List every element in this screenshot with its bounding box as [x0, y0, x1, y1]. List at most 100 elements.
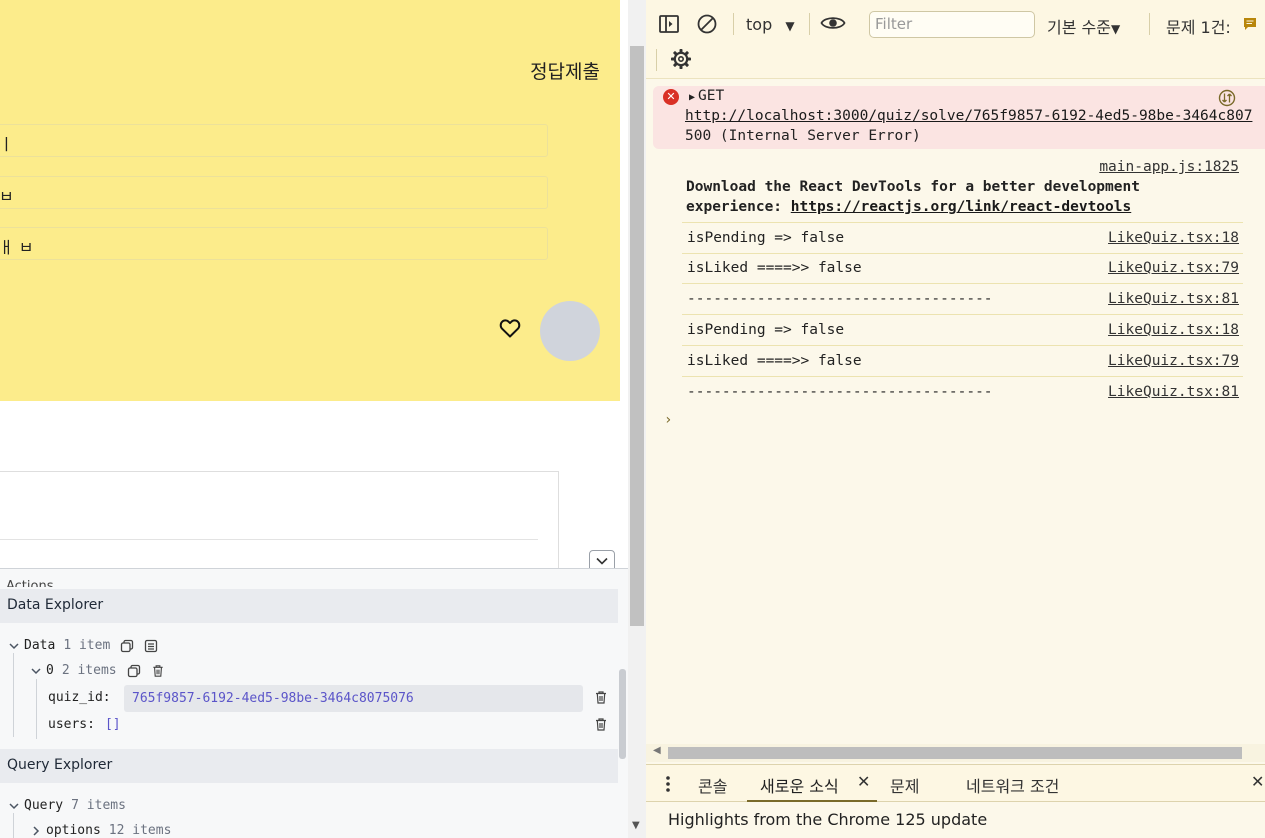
error-status: 500 (Internal Server Error) — [685, 128, 921, 144]
content-box — [0, 471, 559, 581]
trash-icon[interactable] — [594, 717, 608, 732]
log-source-link[interactable]: LikeQuiz.tsx:79 — [1108, 260, 1239, 276]
page-scrollbar[interactable]: ▼ — [628, 0, 646, 838]
query-tree-root[interactable]: Query 7 items — [8, 798, 126, 813]
scroll-down-arrow-icon[interactable]: ▼ — [632, 820, 640, 831]
quiz-option-1[interactable]: ㅣ — [0, 124, 548, 157]
data-count: 1 item — [63, 638, 111, 653]
item-index: 0 — [46, 663, 54, 678]
trash-icon[interactable] — [151, 664, 165, 678]
log-message: ----------------------------------- — [687, 384, 993, 400]
data-tree-root[interactable]: Data 1 item — [8, 638, 158, 653]
more-vertical-icon[interactable] — [665, 775, 671, 793]
trash-icon[interactable] — [594, 690, 608, 705]
react-devtools-link[interactable]: https://reactjs.org/link/react-devtools — [791, 199, 1131, 215]
error-request-toggle[interactable]: ▶ GET — [689, 88, 724, 104]
data-explorer-header[interactable]: Data Explorer — [0, 589, 618, 623]
divider — [0, 539, 538, 540]
list-icon[interactable] — [144, 639, 158, 653]
filter-input[interactable]: Filter — [869, 11, 1035, 38]
log-level-dropdown[interactable]: 기본 수준▼ — [1047, 14, 1120, 38]
chevron-down-icon — [9, 642, 19, 649]
query-count: 7 items — [71, 798, 126, 813]
web-page: 정답제출 ㅣ ㅂ ㅐ ㅂ Actions Data Explorer Data — [0, 0, 628, 838]
clear-console-icon[interactable] — [696, 13, 718, 35]
copy-icon[interactable] — [120, 639, 134, 653]
quiz-option-3[interactable]: ㅐ ㅂ — [0, 227, 548, 260]
users-key: users: — [48, 717, 95, 732]
close-tab-icon[interactable]: ✕ — [857, 772, 870, 791]
issues-button[interactable]: 문제 1건: — [1166, 14, 1231, 38]
eye-icon[interactable] — [820, 12, 846, 34]
gear-icon[interactable] — [670, 48, 692, 70]
log-message: isLiked ====>> false — [687, 353, 862, 369]
context-selector[interactable]: top ▼ — [746, 15, 795, 34]
log-separator — [682, 376, 1243, 377]
toolbar-separator — [1149, 13, 1150, 35]
log-source-link[interactable]: LikeQuiz.tsx:18 — [1108, 322, 1239, 338]
whats-new-message: Highlights from the Chrome 125 update — [646, 802, 1265, 838]
query-tree-options[interactable]: options 12 items — [30, 823, 171, 838]
tab-issues[interactable]: 문제 — [890, 773, 919, 797]
actions-header: Actions — [6, 579, 54, 587]
panel-scrollbar[interactable] — [619, 669, 626, 759]
network-request-icon[interactable] — [1218, 89, 1236, 107]
query-label: Query — [24, 798, 64, 813]
sidebar-toggle-icon[interactable] — [658, 13, 680, 35]
close-drawer-icon[interactable]: ✕ — [1251, 772, 1264, 791]
quiz-id-value-field[interactable]: 765f9857-6192-4ed5-98be-3464c8075076 — [124, 685, 583, 712]
scroll-left-arrow-icon[interactable]: ◀ — [653, 745, 661, 756]
copy-icon[interactable] — [127, 664, 141, 678]
toolbar-separator — [733, 13, 734, 35]
source-link[interactable]: main-app.js:1825 — [1099, 159, 1239, 175]
tab-whats-new[interactable]: 새로운 소식 — [760, 773, 839, 797]
page-scrollbar-thumb[interactable] — [630, 46, 644, 626]
options-count: 12 items — [108, 823, 172, 838]
error-url-link[interactable]: http://localhost:3000/quiz/solve/765f985… — [685, 108, 1252, 124]
log-source-link[interactable]: LikeQuiz.tsx:81 — [1108, 291, 1239, 307]
error-method: GET — [698, 88, 725, 104]
react-devtools-message-line2: experience: https://reactjs.org/link/rea… — [686, 199, 1131, 215]
chrome-devtools: top ▼ Filter 기본 수준▼ 문제 1건: ✕ ▶ GET http:… — [646, 0, 1265, 838]
data-tree-item-0[interactable]: 0 2 items — [30, 663, 165, 678]
error-message: ✕ ▶ GET http://localhost:3000/quiz/solve/… — [653, 86, 1265, 149]
log-separator — [682, 253, 1243, 254]
tree-guide — [13, 813, 14, 838]
heart-icon[interactable] — [498, 316, 522, 340]
query-devtools-panel: Actions Data Explorer Data 1 item 0 2 it… — [0, 568, 628, 838]
dropdown-arrow-icon: ▼ — [785, 19, 795, 33]
dropdown-arrow-icon: ▼ — [1110, 22, 1121, 36]
chevron-down-icon — [596, 557, 608, 565]
users-row: users: [] — [48, 717, 121, 732]
query-explorer-header[interactable]: Query Explorer — [0, 749, 618, 783]
quiz-card: 정답제출 ㅣ ㅂ ㅐ ㅂ — [0, 0, 620, 401]
avatar[interactable] — [540, 301, 600, 361]
users-value[interactable]: [] — [105, 717, 121, 732]
tab-network-conditions[interactable]: 네트워크 조건 — [966, 773, 1059, 797]
log-separator — [682, 345, 1243, 346]
log-separator — [682, 314, 1243, 315]
horizontal-scrollbar-thumb[interactable] — [668, 747, 1242, 759]
toolbar-separator — [656, 49, 657, 71]
log-message: isPending => false — [687, 230, 845, 246]
tree-guide — [13, 653, 14, 737]
log-message: isPending => false — [687, 322, 845, 338]
issues-label: 문제 1건: — [1166, 18, 1231, 37]
quiz-option-2[interactable]: ㅂ — [0, 176, 548, 209]
quiz-id-key: quiz_id: — [48, 690, 111, 705]
submit-answer-button[interactable]: 정답제출 — [530, 57, 600, 84]
chevron-down-icon — [31, 667, 41, 674]
log-source-link[interactable]: LikeQuiz.tsx:18 — [1108, 230, 1239, 246]
data-label: Data — [24, 638, 56, 653]
log-source-link[interactable]: LikeQuiz.tsx:79 — [1108, 353, 1239, 369]
issue-message-icon[interactable] — [1243, 17, 1257, 31]
tab-console[interactable]: 콘솔 — [698, 773, 727, 797]
log-level-label: 기본 수준 — [1047, 18, 1111, 37]
context-label: top — [746, 15, 773, 34]
screen: 정답제출 ㅣ ㅂ ㅐ ㅂ Actions Data Explorer Data — [0, 0, 1265, 838]
chevron-down-icon — [9, 802, 19, 809]
console-prompt-chevron-icon[interactable]: › — [664, 412, 672, 428]
log-source-link[interactable]: LikeQuiz.tsx:81 — [1108, 384, 1239, 400]
item-count: 2 items — [61, 663, 117, 678]
horizontal-scrollbar[interactable]: ◀ — [646, 744, 1265, 762]
